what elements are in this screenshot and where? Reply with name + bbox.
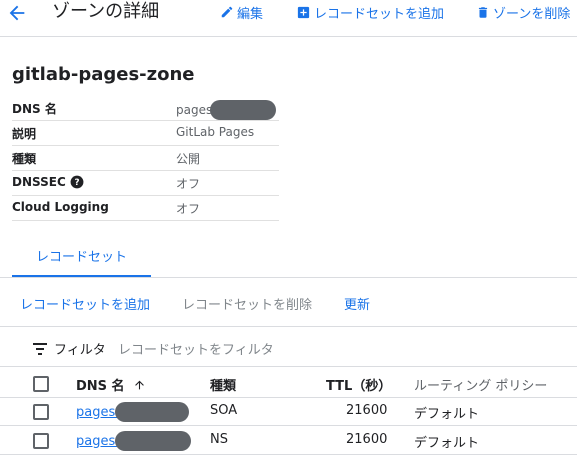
- column-header-type[interactable]: 種類: [210, 375, 236, 394]
- detail-value: GitLab Pages: [176, 125, 255, 139]
- dns-name-link[interactable]: pages.: [76, 402, 190, 422]
- recordset-action-bar: レコードセットを追加 レコードセットを削除 更新: [0, 286, 577, 327]
- dns-name-link[interactable]: pages.: [76, 431, 192, 451]
- edit-button[interactable]: 編集: [220, 2, 263, 22]
- filter-label: フィルタ: [54, 343, 106, 358]
- trash-icon: [478, 6, 488, 18]
- sort-arrow-up-icon: [134, 380, 144, 389]
- row-checkbox[interactable]: [33, 433, 49, 449]
- filter-input[interactable]: レコードセットをフィルタ: [118, 339, 274, 358]
- svg-text:?: ?: [74, 178, 79, 188]
- row-checkbox[interactable]: [33, 404, 49, 420]
- record-routing-policy: デフォルト: [414, 436, 480, 451]
- page-title: ゾーンの詳細: [52, 1, 160, 22]
- detail-label: Cloud Logging: [12, 200, 109, 214]
- column-header-ttl[interactable]: TTL（秒）: [326, 375, 391, 394]
- detail-row-cloud-logging: Cloud Logging オフ: [12, 196, 279, 221]
- detail-label-container: DNSSEC ?: [12, 175, 84, 189]
- tab-recordsets[interactable]: レコードセット: [12, 244, 151, 277]
- detail-value: オフ: [176, 177, 201, 191]
- record-routing-policy: デフォルト: [414, 407, 480, 422]
- add-recordset-header-button[interactable]: レコードセットを追加: [296, 2, 444, 22]
- table-row: pages. NS 21600 デフォルト: [0, 426, 577, 455]
- redacted-block: [115, 402, 190, 422]
- delete-zone-button[interactable]: ゾーンを削除: [476, 2, 570, 22]
- zone-name-heading: gitlab-pages-zone: [12, 64, 195, 85]
- column-header-dns-name[interactable]: DNS 名: [76, 375, 146, 394]
- detail-label: 説明: [12, 127, 37, 141]
- help-icon[interactable]: ?: [70, 175, 84, 189]
- dns-name-text: pages.: [76, 433, 120, 449]
- table-header-row: DNS 名 種類 TTL（秒） ルーティング ポリシー: [0, 370, 577, 398]
- add-recordset-header-label: レコードセットを追加: [314, 6, 445, 22]
- page-header: ゾーンの詳細 編集 レコードセットを追加 ゾーンを削除: [0, 0, 577, 37]
- redacted-block: [210, 100, 277, 120]
- dns-name-text: pages.: [76, 404, 120, 420]
- record-type: SOA: [210, 403, 238, 418]
- record-ttl: 21600: [346, 432, 388, 447]
- filter-icon[interactable]: [33, 343, 47, 355]
- back-arrow-icon[interactable]: [6, 2, 28, 24]
- refresh-button[interactable]: 更新: [344, 294, 370, 313]
- pencil-icon: [221, 6, 233, 18]
- redacted-block: [115, 431, 192, 451]
- column-header-routing-policy: ルーティング ポリシー: [414, 379, 548, 394]
- detail-row-dnssec: DNSSEC ? オフ: [12, 171, 279, 196]
- detail-label: DNS 名: [12, 102, 57, 116]
- plus-box-icon: [297, 6, 310, 18]
- detail-row-dns-name: DNS 名 pages.: [12, 96, 279, 121]
- detail-label: 種類: [12, 152, 37, 166]
- edit-button-label: 編集: [237, 6, 264, 22]
- filter-bar: フィルタ レコードセットをフィルタ: [0, 332, 577, 367]
- detail-value: pages.: [176, 100, 277, 120]
- table-row: pages. SOA 21600 デフォルト: [0, 397, 577, 426]
- record-type: NS: [210, 432, 228, 447]
- delete-recordset-button[interactable]: レコードセットを削除: [182, 294, 312, 313]
- detail-value: 公開: [176, 152, 201, 166]
- add-recordset-button[interactable]: レコードセットを追加: [20, 294, 150, 313]
- detail-row-description: 説明 GitLab Pages: [12, 121, 279, 146]
- delete-zone-label: ゾーンを削除: [493, 6, 571, 22]
- detail-row-type: 種類 公開: [12, 146, 279, 171]
- zone-details-table: DNS 名 pages. 説明 GitLab Pages 種類 公開 DNSSE…: [12, 96, 279, 221]
- select-all-checkbox[interactable]: [33, 376, 49, 392]
- detail-value: オフ: [176, 202, 201, 216]
- column-header-label: DNS 名: [76, 379, 125, 394]
- detail-label: DNSSEC: [12, 175, 66, 189]
- tab-bar: レコードセット: [0, 244, 577, 278]
- record-ttl: 21600: [346, 403, 388, 418]
